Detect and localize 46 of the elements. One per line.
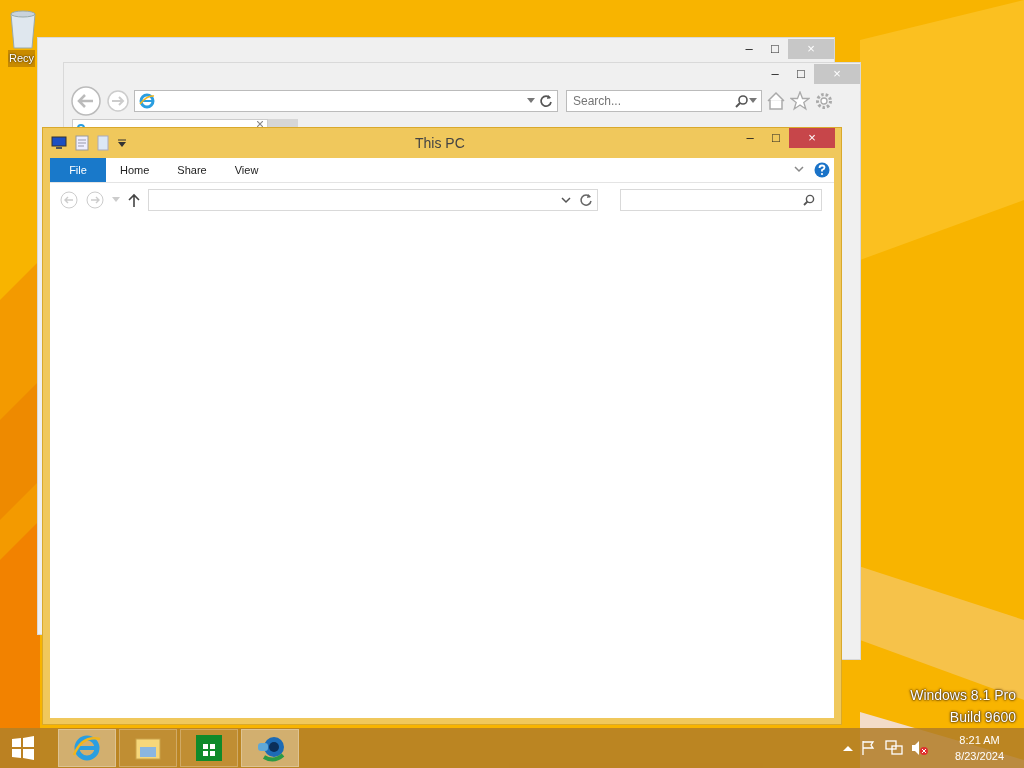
help-icon[interactable] [814, 162, 830, 178]
back-icon[interactable] [70, 85, 102, 117]
search-icon[interactable] [803, 194, 815, 206]
network-icon[interactable] [885, 740, 904, 756]
ribbon-tab[interactable]: Home [106, 158, 164, 182]
clock-time: 8:21 AM [958, 733, 1001, 748]
forward-icon[interactable] [86, 191, 104, 209]
window-title: This PC [414, 133, 466, 153]
taskbar-button[interactable] [180, 729, 238, 767]
refresh-icon[interactable] [539, 94, 553, 108]
chevron-up-icon[interactable] [843, 745, 854, 751]
ribbon-tab[interactable]: Share [163, 158, 221, 182]
star-icon[interactable] [790, 91, 810, 111]
search-icon[interactable] [735, 94, 749, 108]
taskbar-button[interactable] [241, 729, 299, 767]
search-field[interactable]: Search... [566, 90, 762, 112]
settings-icon[interactable] [814, 91, 834, 111]
maximize-button[interactable]: □ [788, 64, 814, 84]
store-icon [194, 733, 224, 763]
dropdown-icon[interactable] [527, 98, 535, 104]
up-arrow-icon[interactable] [128, 193, 140, 207]
watermark-text: Windows 8.1 Pro [910, 686, 1016, 705]
volume-muted-icon[interactable] [911, 740, 930, 756]
dropdown-icon[interactable] [749, 98, 757, 104]
icon-label: Recy [8, 50, 36, 67]
forward-icon[interactable] [106, 89, 130, 113]
minimize-button[interactable]: – [762, 64, 788, 84]
dropdown-icon[interactable] [561, 196, 571, 204]
recycle-bin-icon [8, 8, 38, 50]
minimize-button[interactable]: – [736, 39, 762, 59]
refresh-icon[interactable] [579, 193, 593, 207]
ribbon-tab[interactable]: View [220, 158, 273, 182]
maximize-button[interactable]: □ [762, 39, 788, 59]
clock-date: 8/23/2024 [955, 749, 1004, 764]
minimize-button[interactable]: – [737, 128, 763, 148]
search-field[interactable] [620, 189, 822, 211]
close-button[interactable]: × [789, 128, 835, 148]
home-icon[interactable] [766, 91, 786, 111]
ribbon-tab[interactable]: File [50, 158, 106, 182]
watermark-text: Build 9600 [948, 708, 1016, 727]
customize-icon[interactable] [117, 138, 127, 148]
back-icon[interactable] [60, 191, 78, 209]
maximize-button[interactable]: □ [763, 128, 789, 148]
expand-icon[interactable] [794, 166, 804, 174]
computer-icon [51, 136, 67, 150]
properties-icon[interactable] [75, 135, 89, 151]
